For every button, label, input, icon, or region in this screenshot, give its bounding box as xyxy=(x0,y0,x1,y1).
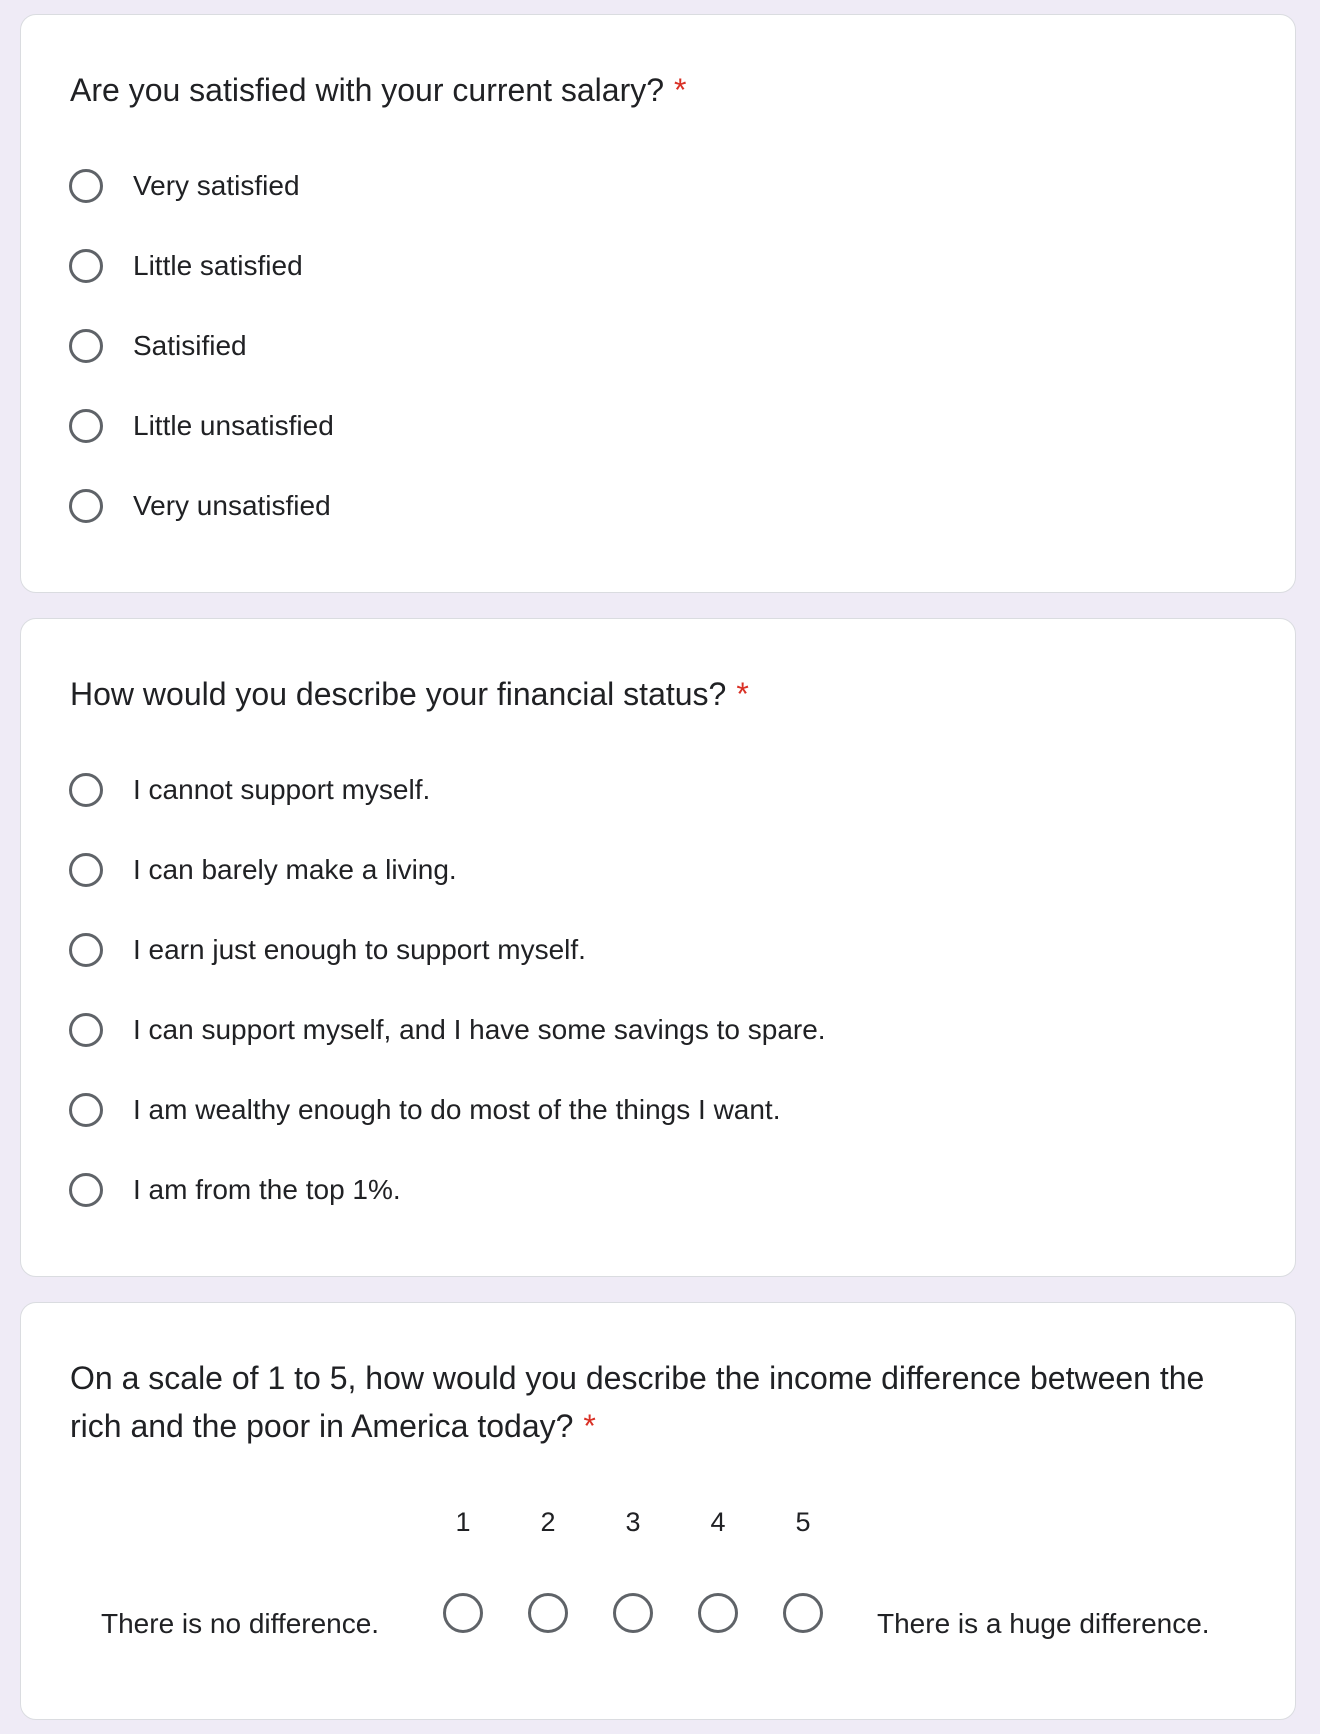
scale-radio-5[interactable] xyxy=(783,1593,823,1633)
radio-button[interactable] xyxy=(69,489,103,523)
question-card-income-difference: On a scale of 1 to 5, how would you desc… xyxy=(20,1302,1296,1720)
scale-number-2: 2 xyxy=(540,1507,556,1537)
scale-number-5: 5 xyxy=(795,1507,811,1537)
radio-option-top-1-percent[interactable]: I am from the top 1%. xyxy=(69,1168,401,1212)
question-text: How would you describe your financial st… xyxy=(70,676,727,712)
scale-number-4: 4 xyxy=(710,1507,726,1537)
option-label: Little unsatisfied xyxy=(133,410,334,441)
question-card-financial-status: How would you describe your financial st… xyxy=(20,618,1296,1277)
radio-button[interactable] xyxy=(69,169,103,203)
question-title: Are you satisfied with your current sala… xyxy=(70,66,1255,114)
option-label: I am wealthy enough to do most of the th… xyxy=(133,1094,781,1125)
scale-radio-2[interactable] xyxy=(528,1593,568,1633)
option-label: I cannot support myself. xyxy=(133,774,431,805)
scale-radio-4[interactable] xyxy=(698,1593,738,1633)
radio-button[interactable] xyxy=(69,1173,103,1207)
required-asterisk: * xyxy=(583,1408,596,1444)
scale-radio-1[interactable] xyxy=(443,1593,483,1633)
question-title: How would you describe your financial st… xyxy=(70,670,1255,718)
option-label: I am from the top 1%. xyxy=(133,1174,401,1205)
radio-button[interactable] xyxy=(69,1093,103,1127)
scale-number-3: 3 xyxy=(625,1507,641,1537)
scale-number-1: 1 xyxy=(455,1507,471,1537)
option-label: I can support myself, and I have some sa… xyxy=(133,1014,826,1045)
radio-option-little-satisfied[interactable]: Little satisfied xyxy=(69,244,303,288)
question-text: On a scale of 1 to 5, how would you desc… xyxy=(70,1360,1205,1444)
radio-option-some-savings[interactable]: I can support myself, and I have some sa… xyxy=(69,1008,826,1052)
radio-button[interactable] xyxy=(69,1013,103,1047)
scale-radio-3[interactable] xyxy=(613,1593,653,1633)
scale-low-label: There is no difference. xyxy=(101,1608,380,1639)
option-label: Satisified xyxy=(133,330,247,361)
radio-option-barely-make-living[interactable]: I can barely make a living. xyxy=(69,848,457,892)
option-label: Very satisfied xyxy=(133,170,300,201)
radio-button[interactable] xyxy=(69,773,103,807)
question-title: On a scale of 1 to 5, how would you desc… xyxy=(70,1354,1255,1450)
radio-button[interactable] xyxy=(69,853,103,887)
radio-option-little-unsatisfied[interactable]: Little unsatisfied xyxy=(69,404,334,448)
scale-high-label: There is a huge difference. xyxy=(877,1608,1210,1639)
radio-button[interactable] xyxy=(69,249,103,283)
radio-option-earn-just-enough[interactable]: I earn just enough to support myself. xyxy=(69,928,586,972)
question-text: Are you satisfied with your current sala… xyxy=(70,72,665,108)
radio-option-wealthy-enough[interactable]: I am wealthy enough to do most of the th… xyxy=(69,1088,781,1132)
radio-button[interactable] xyxy=(69,933,103,967)
question-card-salary: Are you satisfied with your current sala… xyxy=(20,14,1296,593)
option-label: Very unsatisfied xyxy=(133,490,331,521)
radio-button[interactable] xyxy=(69,409,103,443)
required-asterisk: * xyxy=(736,676,749,712)
option-label: Little satisfied xyxy=(133,250,303,281)
radio-option-satisified[interactable]: Satisified xyxy=(69,324,247,368)
option-label: I can barely make a living. xyxy=(133,854,457,885)
radio-button[interactable] xyxy=(69,329,103,363)
option-label: I earn just enough to support myself. xyxy=(133,934,586,965)
radio-option-cannot-support[interactable]: I cannot support myself. xyxy=(69,768,430,812)
radio-option-very-unsatisfied[interactable]: Very unsatisfied xyxy=(69,484,331,528)
radio-option-very-satisfied[interactable]: Very satisfied xyxy=(69,164,300,208)
required-asterisk: * xyxy=(674,72,687,108)
